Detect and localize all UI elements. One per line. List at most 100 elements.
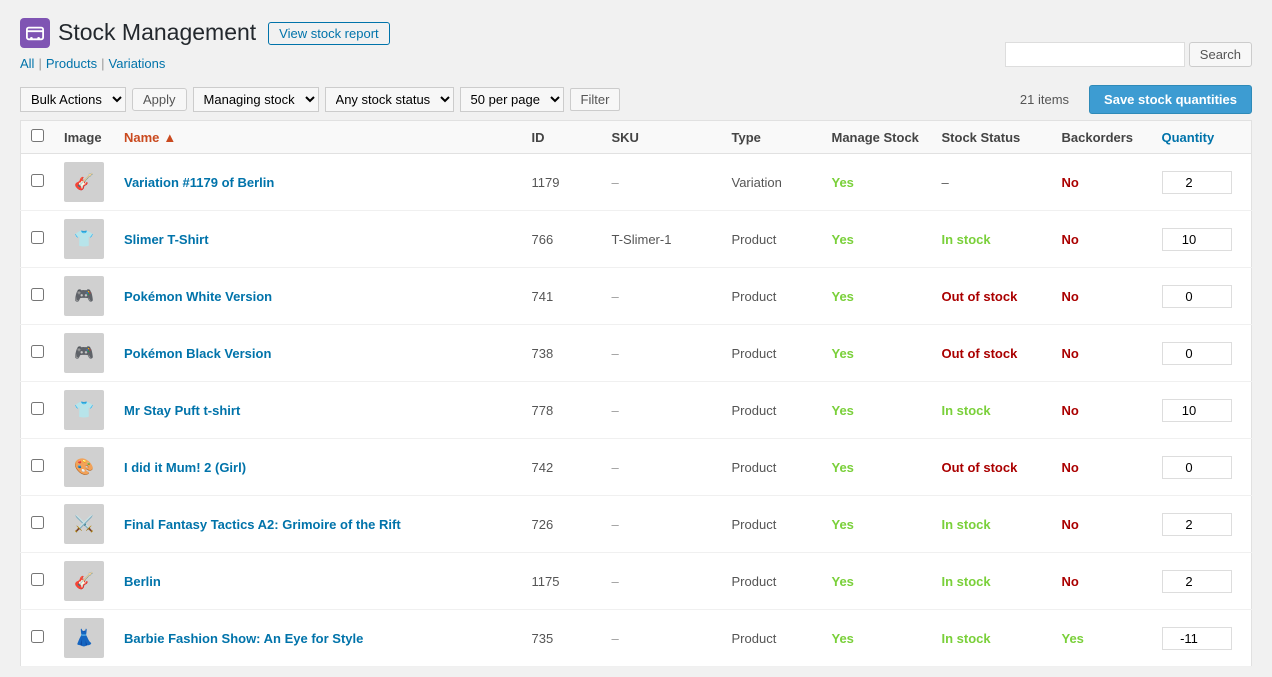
product-name-link[interactable]: Variation #1179 of Berlin: [124, 175, 274, 190]
row-quantity-cell: [1152, 268, 1252, 325]
product-name-link[interactable]: Slimer T-Shirt: [124, 232, 209, 247]
row-checkbox[interactable]: [31, 231, 44, 244]
bulk-actions-select[interactable]: Bulk Actions: [20, 87, 126, 112]
row-id-cell: 1175: [522, 553, 602, 610]
table-row: 🎨 I did it Mum! 2 (Girl) 742 – Product Y…: [21, 439, 1252, 496]
product-name-link[interactable]: Final Fantasy Tactics A2: Grimoire of th…: [124, 517, 401, 532]
product-name-link[interactable]: Pokémon Black Version: [124, 346, 271, 361]
product-name-link[interactable]: Mr Stay Puft t-shirt: [124, 403, 240, 418]
row-sku-cell: –: [602, 325, 722, 382]
per-page-select[interactable]: 50 per page: [460, 87, 564, 112]
row-quantity-cell: [1152, 496, 1252, 553]
row-quantity-cell: [1152, 610, 1252, 667]
managing-stock-select[interactable]: Managing stock: [193, 87, 319, 112]
product-image: 👗: [64, 618, 104, 658]
row-quantity-cell: [1152, 211, 1252, 268]
row-image-cell: 🎨: [54, 439, 114, 496]
table-row: 👗 Barbie Fashion Show: An Eye for Style …: [21, 610, 1252, 667]
row-stock-status-cell: In stock: [932, 496, 1052, 553]
row-type-cell: Product: [722, 496, 822, 553]
row-sku-cell: –: [602, 154, 722, 211]
table-row: 🎸 Variation #1179 of Berlin 1179 – Varia…: [21, 154, 1252, 211]
toolbar: Bulk Actions Apply Managing stock Any st…: [20, 79, 1252, 120]
search-button[interactable]: Search: [1189, 42, 1252, 67]
quantity-input[interactable]: [1162, 228, 1232, 251]
row-id-cell: 1179: [522, 154, 602, 211]
row-quantity-cell: [1152, 382, 1252, 439]
row-checkbox[interactable]: [31, 345, 44, 358]
row-manage-stock-cell: Yes: [822, 154, 932, 211]
row-image-cell: 🎮: [54, 268, 114, 325]
row-backorders-cell: No: [1052, 325, 1152, 382]
subnav-all[interactable]: All: [20, 56, 34, 71]
bulk-actions-group: Bulk Actions Apply: [20, 87, 187, 112]
row-checkbox[interactable]: [31, 174, 44, 187]
row-manage-stock-cell: Yes: [822, 268, 932, 325]
row-stock-status-cell: Out of stock: [932, 268, 1052, 325]
row-checkbox[interactable]: [31, 516, 44, 529]
row-stock-status-cell: In stock: [932, 610, 1052, 667]
row-backorders-cell: No: [1052, 211, 1152, 268]
row-stock-status-cell: In stock: [932, 382, 1052, 439]
row-image-cell: 🎸: [54, 553, 114, 610]
row-checkbox[interactable]: [31, 402, 44, 415]
row-checkbox[interactable]: [31, 573, 44, 586]
row-name-cell: Variation #1179 of Berlin: [114, 154, 522, 211]
product-name-link[interactable]: Pokémon White Version: [124, 289, 272, 304]
col-header-stock-status: Stock Status: [932, 121, 1052, 154]
table-row: 🎮 Pokémon Black Version 738 – Product Ye…: [21, 325, 1252, 382]
col-header-backorders: Backorders: [1052, 121, 1152, 154]
table-row: 👕 Slimer T-Shirt 766 T-Slimer-1 Product …: [21, 211, 1252, 268]
stock-status-select[interactable]: Any stock status: [325, 87, 454, 112]
row-id-cell: 735: [522, 610, 602, 667]
view-stock-report-link[interactable]: View stock report: [268, 22, 389, 45]
row-sku-cell: –: [602, 496, 722, 553]
select-all-checkbox[interactable]: [31, 129, 44, 142]
quantity-input[interactable]: [1162, 285, 1232, 308]
quantity-input[interactable]: [1162, 627, 1232, 650]
product-image: 🎨: [64, 447, 104, 487]
row-checkbox[interactable]: [31, 630, 44, 643]
row-type-cell: Product: [722, 325, 822, 382]
product-name-link[interactable]: Barbie Fashion Show: An Eye for Style: [124, 631, 363, 646]
row-name-cell: Berlin: [114, 553, 522, 610]
row-backorders-cell: No: [1052, 268, 1152, 325]
quantity-input[interactable]: [1162, 342, 1232, 365]
quantity-input[interactable]: [1162, 513, 1232, 536]
save-stock-button[interactable]: Save stock quantities: [1089, 85, 1252, 114]
product-name-link[interactable]: I did it Mum! 2 (Girl): [124, 460, 246, 475]
row-backorders-cell: No: [1052, 496, 1152, 553]
table-row: 🎸 Berlin 1175 – Product Yes In stock No: [21, 553, 1252, 610]
col-header-id: ID: [522, 121, 602, 154]
col-header-name[interactable]: Name ▲: [114, 121, 522, 154]
table-row: ⚔️ Final Fantasy Tactics A2: Grimoire of…: [21, 496, 1252, 553]
row-name-cell: Pokémon Black Version: [114, 325, 522, 382]
quantity-input[interactable]: [1162, 399, 1232, 422]
row-checkbox-cell: [21, 439, 55, 496]
row-quantity-cell: [1152, 325, 1252, 382]
search-input[interactable]: [1005, 42, 1185, 67]
product-image: ⚔️: [64, 504, 104, 544]
subnav-products[interactable]: Products: [46, 56, 97, 71]
row-id-cell: 766: [522, 211, 602, 268]
row-name-cell: Mr Stay Puft t-shirt: [114, 382, 522, 439]
quantity-input[interactable]: [1162, 456, 1232, 479]
subnav-variations[interactable]: Variations: [109, 56, 166, 71]
quantity-input[interactable]: [1162, 171, 1232, 194]
row-stock-status-cell: In stock: [932, 211, 1052, 268]
row-checkbox[interactable]: [31, 459, 44, 472]
apply-button[interactable]: Apply: [132, 88, 187, 111]
row-id-cell: 726: [522, 496, 602, 553]
row-sku-cell: T-Slimer-1: [602, 211, 722, 268]
row-sku-cell: –: [602, 610, 722, 667]
quantity-input[interactable]: [1162, 570, 1232, 593]
filter-button[interactable]: Filter: [570, 88, 621, 111]
product-name-link[interactable]: Berlin: [124, 574, 161, 589]
row-stock-status-cell: –: [932, 154, 1052, 211]
row-checkbox-cell: [21, 382, 55, 439]
row-checkbox[interactable]: [31, 288, 44, 301]
row-image-cell: 🎮: [54, 325, 114, 382]
row-checkbox-cell: [21, 268, 55, 325]
row-manage-stock-cell: Yes: [822, 439, 932, 496]
toolbar-right: 21 items Save stock quantities: [1020, 85, 1252, 114]
